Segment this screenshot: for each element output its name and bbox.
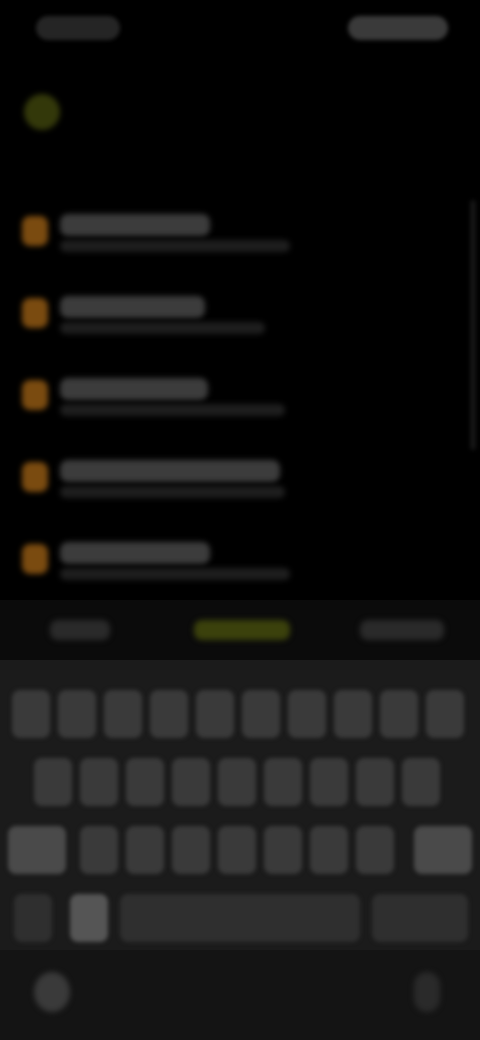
- key[interactable]: [218, 826, 256, 874]
- item-title: [60, 542, 210, 564]
- key[interactable]: [172, 758, 210, 806]
- key[interactable]: [150, 690, 188, 738]
- key[interactable]: [104, 690, 142, 738]
- item-title: [60, 296, 205, 318]
- status-time: [36, 16, 120, 40]
- return-key[interactable]: [372, 894, 468, 942]
- key[interactable]: [218, 758, 256, 806]
- back-icon[interactable]: [24, 94, 60, 130]
- key[interactable]: [310, 758, 348, 806]
- key[interactable]: [80, 826, 118, 874]
- status-bar: [0, 0, 480, 60]
- item-subtitle: [60, 322, 265, 334]
- space-key[interactable]: [120, 894, 360, 942]
- list-item[interactable]: [0, 282, 480, 348]
- key[interactable]: [196, 690, 234, 738]
- keyboard-bottom-bar: [0, 950, 480, 1040]
- emoji-icon[interactable]: [70, 894, 108, 942]
- key[interactable]: [12, 690, 50, 738]
- item-subtitle: [60, 404, 285, 416]
- key[interactable]: [356, 758, 394, 806]
- key[interactable]: [356, 826, 394, 874]
- key[interactable]: [264, 758, 302, 806]
- key[interactable]: [380, 690, 418, 738]
- keyboard-suggestion-bar: [0, 600, 480, 660]
- key[interactable]: [126, 826, 164, 874]
- key[interactable]: [310, 826, 348, 874]
- key[interactable]: [34, 758, 72, 806]
- key[interactable]: [172, 826, 210, 874]
- item-subtitle: [60, 240, 290, 252]
- backspace-key[interactable]: [414, 826, 472, 874]
- item-icon: [22, 544, 48, 574]
- item-icon: [22, 462, 48, 492]
- item-icon: [22, 298, 48, 328]
- key[interactable]: [126, 758, 164, 806]
- list-item[interactable]: [0, 528, 480, 594]
- key[interactable]: [58, 690, 96, 738]
- globe-icon[interactable]: [34, 972, 70, 1012]
- status-icons: [348, 16, 448, 40]
- item-title: [60, 460, 280, 482]
- item-subtitle: [60, 568, 290, 580]
- shift-key[interactable]: [8, 826, 66, 874]
- key[interactable]: [242, 690, 280, 738]
- microphone-icon[interactable]: [414, 972, 440, 1012]
- top-bar: [0, 80, 480, 140]
- key[interactable]: [80, 758, 118, 806]
- numbers-key[interactable]: [14, 894, 52, 942]
- list-item[interactable]: [0, 364, 480, 430]
- item-title: [60, 214, 210, 236]
- key[interactable]: [264, 826, 302, 874]
- item-subtitle: [60, 486, 285, 498]
- key[interactable]: [288, 690, 326, 738]
- suggestion-2[interactable]: [194, 620, 290, 640]
- suggestion-3[interactable]: [360, 620, 444, 640]
- list-item[interactable]: [0, 200, 480, 266]
- item-title: [60, 378, 208, 400]
- key[interactable]: [426, 690, 464, 738]
- suggestion-1[interactable]: [50, 620, 110, 640]
- list-item[interactable]: [0, 446, 480, 512]
- key[interactable]: [334, 690, 372, 738]
- key[interactable]: [402, 758, 440, 806]
- item-icon: [22, 216, 48, 246]
- item-icon: [22, 380, 48, 410]
